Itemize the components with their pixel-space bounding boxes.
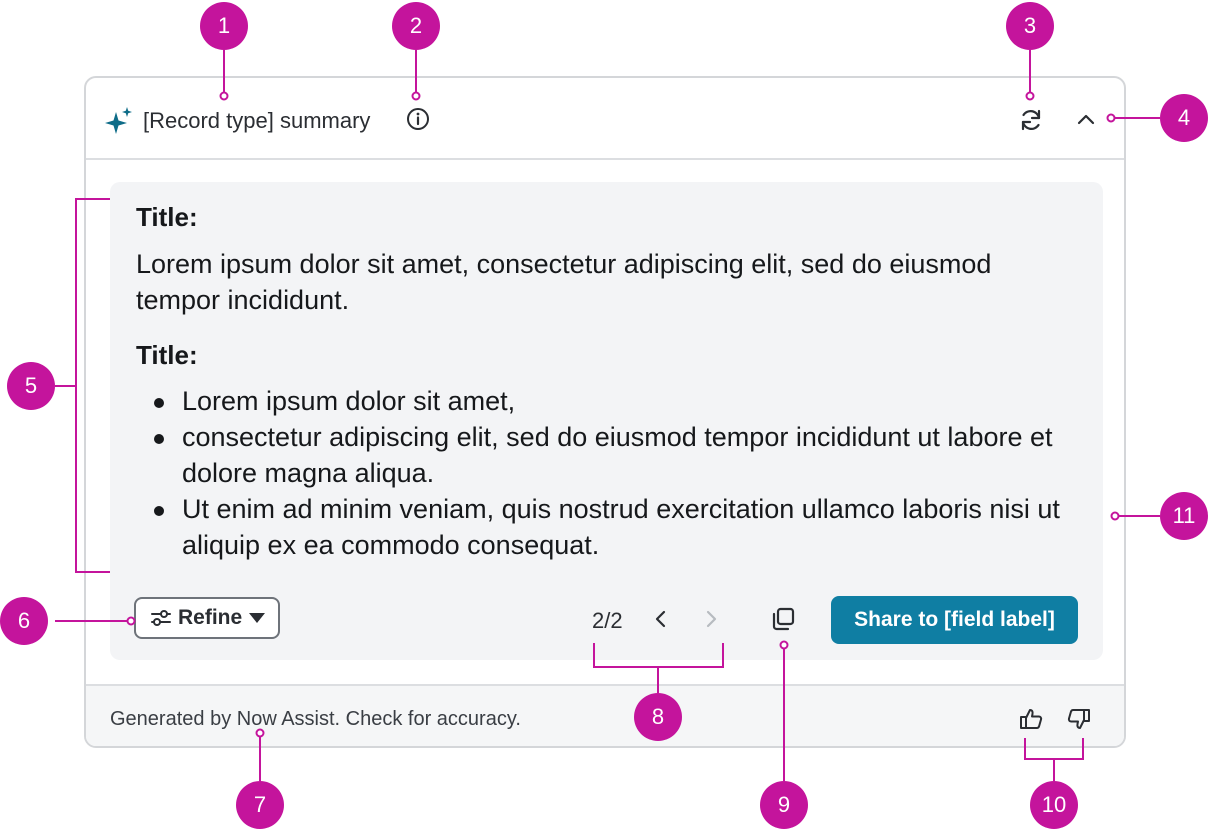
info-icon[interactable] (406, 107, 430, 131)
annotation-badge: 11 (1160, 492, 1208, 540)
annotation-badge: 4 (1160, 94, 1208, 142)
annotation-badge: 5 (7, 362, 55, 410)
section-paragraph: Lorem ipsum dolor sit amet, consectetur … (136, 249, 992, 315)
sliders-icon (151, 610, 171, 626)
bullet-list: Lorem ipsum dolor sit amet, consectetur … (136, 383, 1076, 563)
chevron-up-icon[interactable] (1074, 108, 1098, 132)
annotation-badge: 9 (760, 781, 808, 829)
thumbs-up-icon[interactable] (1018, 706, 1044, 732)
annotation-badge: 3 (1006, 2, 1054, 50)
card-header: [Record type] summary (86, 78, 1124, 160)
card-title: [Record type] summary (143, 108, 371, 133)
sparkle-icon (105, 107, 132, 134)
refine-button[interactable]: Refine (134, 597, 280, 639)
disclaimer-text: Generated by Now Assist. Check for accur… (110, 708, 521, 730)
summary-content: Title: Lorem ipsum dolor sit amet, conse… (110, 182, 1103, 660)
section-title: Title: (136, 202, 198, 232)
annotation-badge: 7 (236, 781, 284, 829)
refine-label: Refine (178, 606, 243, 629)
annotation-badge: 6 (0, 597, 48, 645)
bullet-item: consectetur adipiscing elit, sed do eius… (136, 419, 1076, 491)
annotation-badge: 8 (634, 693, 682, 741)
section-title: Title: (136, 340, 198, 370)
share-button[interactable]: Share to [field label] (831, 596, 1078, 644)
card-footer: Generated by Now Assist. Check for accur… (86, 684, 1124, 746)
annotation-badge: 1 (200, 2, 248, 50)
annotation-badge: 2 (392, 2, 440, 50)
copy-icon[interactable] (770, 606, 796, 632)
chevron-left-icon[interactable] (650, 608, 672, 630)
bullet-item: Lorem ipsum dolor sit amet, (136, 383, 1076, 419)
chevron-right-icon[interactable] (700, 608, 722, 630)
thumbs-down-icon[interactable] (1066, 706, 1092, 732)
summary-card: [Record type] summary Title: Lorem ipsum… (84, 76, 1126, 748)
bullet-item: Ut enim ad minim veniam, quis nostrud ex… (136, 491, 1076, 563)
annotation-badge: 10 (1030, 781, 1078, 829)
pagination-indicator: 2/2 (592, 608, 623, 633)
refresh-icon[interactable] (1018, 107, 1044, 133)
caret-down-icon (249, 613, 266, 623)
